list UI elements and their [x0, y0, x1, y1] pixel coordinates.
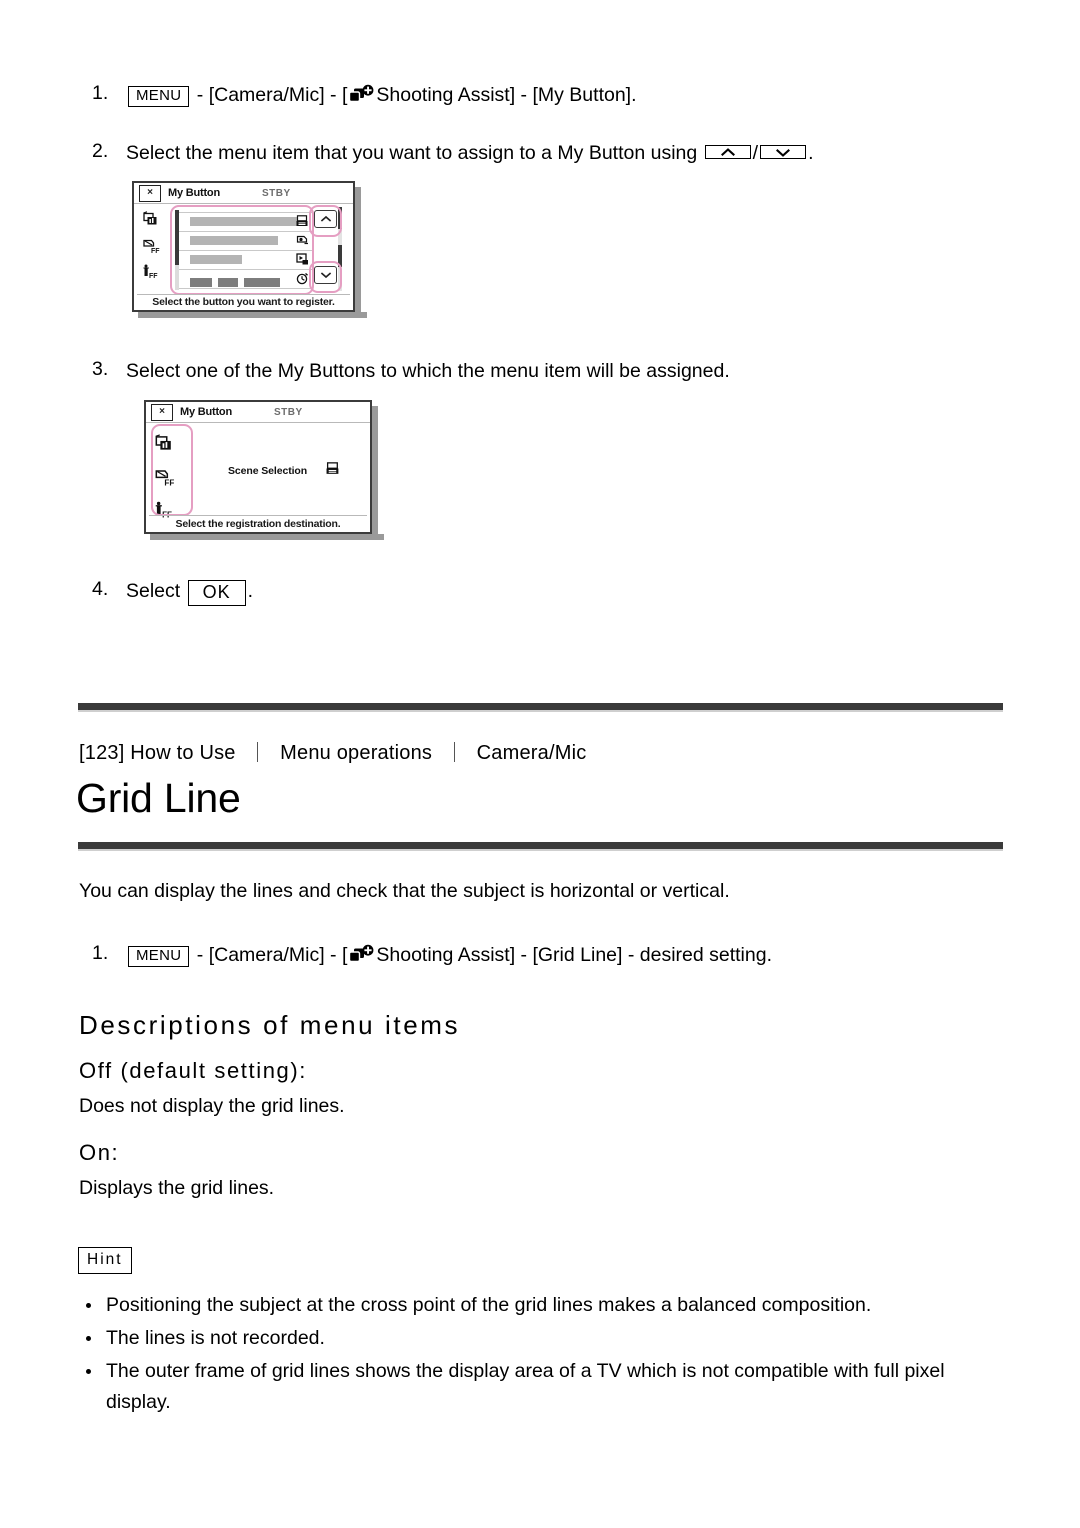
step-1-text-tail: Shooting Assist] - [My Button]. [376, 84, 637, 106]
hint-list: Positioning the subject at the cross poi… [82, 1290, 1012, 1420]
status-badge-2: STBY [274, 406, 303, 418]
ok-button[interactable]: OK [187, 580, 246, 606]
print-icon [326, 462, 340, 481]
step-1-text-after-key: - [Camera/Mic] - [ [191, 84, 348, 106]
option-name-off: Off (default setting): [79, 1058, 308, 1083]
screenshot-shadow-right-2 [372, 406, 378, 540]
descriptions-heading: Descriptions of menu items [79, 1010, 461, 1040]
list-item[interactable] [176, 269, 313, 288]
destination-item-label[interactable]: Scene Selection [228, 465, 307, 477]
chevron-down-key[interactable] [760, 145, 807, 159]
lcd-screenshot-my-button-list: × My Button STBY FF FF Select the button… [132, 181, 367, 318]
screenshot-shadow-right [355, 187, 361, 318]
shooting-assist-icon [349, 944, 375, 965]
breadcrumb-subsection[interactable]: Camera/Mic [477, 742, 587, 764]
menu-key[interactable]: MENU [128, 86, 190, 107]
lcd-frame-1: × My Button STBY FF FF Select the button… [132, 181, 355, 312]
step-1-body: MENU - [Camera/Mic] - [ Shooting Assist] … [126, 82, 637, 109]
section-rule-top [78, 703, 1003, 710]
svg-text:FF: FF [149, 273, 158, 280]
lcd-screenshot-my-button-destination: × My Button STBY FF FF Scene Selection [144, 400, 384, 540]
grid-line-step-1-body: MENU - [Camera/Mic] - [ Shooting Assist] … [126, 942, 772, 969]
step-1: 1. MENU - [Camera/Mic] - [ Shooting Assis… [92, 82, 637, 109]
lcd-caption-divider-1 [137, 294, 350, 295]
page-scroll-thumb-top[interactable] [338, 207, 342, 229]
step-3-text: Select one of the My Buttons to which th… [126, 360, 730, 382]
lcd-caption-1: Select the button you want to register. [152, 296, 335, 308]
step-1-number: 1. [92, 82, 109, 104]
lcd-menu-list-1 [176, 207, 313, 307]
breadcrumb: [123] How to Use Menu operations Camera/… [79, 742, 586, 765]
screenshot-shadow-bottom [138, 312, 367, 318]
lcd-side-icon-column-1: FF FF [138, 207, 172, 285]
step-4-text-tail: . [247, 580, 254, 602]
grid-line-step-1-number: 1. [92, 942, 109, 964]
lcd-caption-2: Select the registration destination. [175, 518, 341, 530]
step-4: 4. Select OK. [92, 578, 253, 606]
close-icon[interactable]: × [151, 403, 173, 421]
breadcrumb-separator [453, 742, 455, 762]
breadcrumb-section[interactable]: Menu operations [280, 742, 432, 764]
svg-text:FF: FF [164, 478, 174, 487]
close-icon[interactable]: × [139, 184, 161, 202]
list-item[interactable] [176, 212, 313, 231]
step-4-number: 4. [92, 578, 109, 600]
list-item-label-redacted [190, 255, 242, 264]
list-scroll-thumb[interactable] [175, 210, 179, 265]
flash-off-icon[interactable]: FF [138, 259, 172, 285]
step-4-text-lead: Select [126, 580, 186, 602]
menu-key[interactable]: MENU [128, 946, 190, 967]
step-2-text-lead: Select the menu item that you want to as… [126, 142, 703, 164]
list-item-label-redacted [190, 236, 278, 245]
grid-line-intro: You can display the lines and check that… [79, 880, 730, 902]
status-badge-1: STBY [262, 187, 291, 199]
step-2: 2. Select the menu item that you want to… [92, 140, 814, 167]
screenshot-shadow-bottom-2 [150, 534, 384, 540]
step-2-separator: / [752, 142, 759, 164]
nav-down-button[interactable] [314, 266, 337, 284]
list-item: The outer frame of grid lines shows the … [82, 1356, 1012, 1420]
step-2-number: 2. [92, 140, 109, 162]
option-name-on: On: [79, 1140, 120, 1165]
step-2-body: Select the menu item that you want to as… [126, 140, 814, 167]
picture-effect-icon[interactable] [138, 207, 172, 233]
lcd-screen-title-1: My Button [168, 187, 220, 199]
grid-line-step-1-text-after-key: - [Camera/Mic] - [ [191, 944, 348, 966]
breadcrumb-index: [123] How to Use [79, 742, 236, 764]
list-item: The lines is not recorded. [82, 1323, 1012, 1355]
step-4-body: Select OK. [126, 578, 253, 606]
document-page: 1. MENU - [Camera/Mic] - [ Shooting Assis… [0, 0, 1080, 1528]
face-detection-off-icon[interactable]: FF [150, 461, 184, 494]
grid-line-step-1: 1. MENU - [Camera/Mic] - [ Shooting Assis… [92, 942, 772, 969]
step-2-text-tail: . [808, 142, 814, 164]
lcd-title-bar-2: × My Button STBY [146, 402, 370, 423]
option-desc-on: Displays the grid lines. [79, 1177, 275, 1199]
list-item: Positioning the subject at the cross poi… [82, 1290, 1012, 1322]
breadcrumb-separator [257, 742, 259, 762]
lcd-side-icon-column-2: FF FF [150, 428, 184, 527]
step-3: 3. Select one of the My Buttons to which… [92, 358, 730, 385]
hint-badge: Hint [78, 1247, 132, 1274]
list-item-label-redacted [190, 274, 282, 287]
page-scroll-thumb-bottom[interactable] [338, 245, 342, 267]
svg-text:FF: FF [151, 248, 160, 255]
picture-effect-icon[interactable] [150, 428, 184, 461]
lcd-screen-title-2: My Button [180, 406, 232, 418]
step-3-number: 3. [92, 358, 109, 380]
lcd-frame-2: × My Button STBY FF FF Scene Selection [144, 400, 372, 534]
lcd-title-bar-1: × My Button STBY [134, 183, 353, 204]
section-rule-bottom [78, 842, 1003, 849]
shooting-assist-icon [349, 84, 375, 105]
chevron-up-key[interactable] [704, 145, 751, 159]
list-item-label-redacted [190, 217, 298, 226]
page-title: Grid Line [76, 775, 241, 821]
option-desc-off: Does not display the grid lines. [79, 1095, 345, 1117]
face-detection-off-icon[interactable]: FF [138, 233, 172, 259]
lcd-caption-divider-2 [149, 515, 367, 516]
list-item[interactable] [176, 250, 313, 269]
grid-line-step-1-text-tail: Shooting Assist] - [Grid Line] - desired… [376, 944, 772, 966]
list-item[interactable] [176, 231, 313, 250]
nav-up-button[interactable] [314, 210, 337, 228]
